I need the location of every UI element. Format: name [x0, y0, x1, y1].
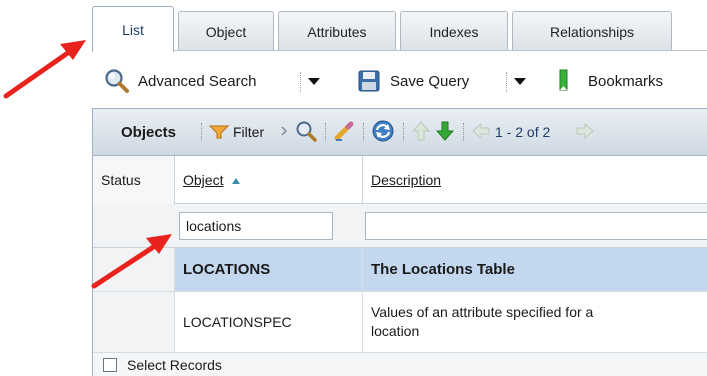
annotation-arrows	[3, 40, 172, 289]
tab-label: List	[122, 21, 144, 38]
arrow-to-list-tab-icon	[3, 40, 86, 99]
arrow-to-filter-input-icon	[91, 234, 172, 289]
tab-list[interactable]: List	[92, 6, 174, 52]
